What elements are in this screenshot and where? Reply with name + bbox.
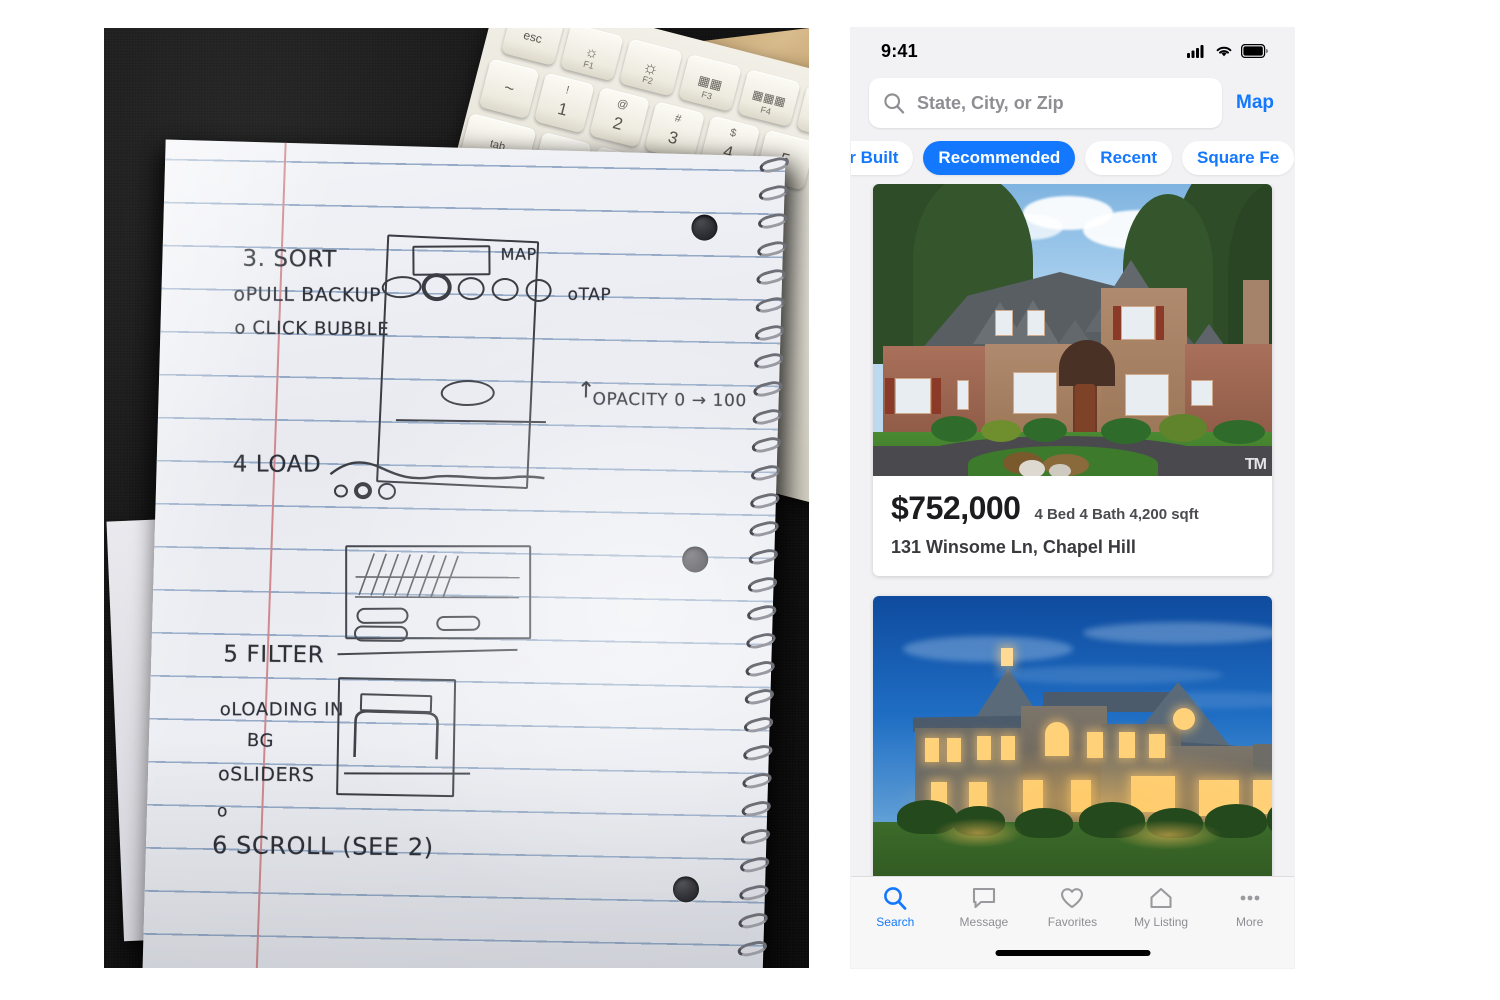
- sketch-heading-load: 4 LOAD: [232, 451, 322, 478]
- search-row: State, City, or Zip Map: [851, 74, 1294, 132]
- wifi-icon: [1216, 46, 1232, 57]
- house-photo-day: [873, 184, 1272, 476]
- tab-label: My Listing: [1134, 915, 1189, 929]
- tab-label: Favorites: [1047, 915, 1098, 929]
- tab-label: Search: [876, 915, 915, 929]
- listing-info: $752,000 4 Bed 4 Bath 4,200 sqft 131 Win…: [873, 476, 1272, 576]
- listing-specs: 4 Bed 4 Bath 4,200 sqft: [1034, 506, 1199, 523]
- listings-feed[interactable]: TM $752,000 4 Bed 4 Bath 4,200 sqft 131 …: [851, 184, 1294, 876]
- tab-label: More: [1236, 915, 1264, 929]
- sketch-modal-sheet: [353, 710, 439, 760]
- sketch-label-map: MAP: [500, 244, 537, 264]
- sketch-card-hatching: [355, 553, 520, 599]
- search-icon: [884, 93, 905, 114]
- sketch-text-bar: [436, 615, 481, 632]
- filter-chips-row[interactable]: Year Built Recommended Recent Square Fe: [851, 132, 1294, 184]
- ellipsis-icon: [1240, 895, 1260, 901]
- chat-bubble-icon: [972, 887, 995, 909]
- search-input[interactable]: State, City, or Zip: [869, 78, 1222, 128]
- tab-more[interactable]: More: [1205, 885, 1294, 968]
- chip-recent[interactable]: Recent: [1085, 141, 1172, 175]
- chip-year-built[interactable]: Year Built: [851, 141, 914, 175]
- sketch-label-opacity: OPACITY 0 → 100: [592, 389, 747, 412]
- map-link[interactable]: Map: [1232, 92, 1278, 114]
- listing-price: $752,000: [891, 490, 1021, 526]
- spiral-notebook: 3. SORT oPULL BACKUP o CLICK BUBBLE MAP …: [106, 139, 798, 968]
- sketch-text-bar: [356, 607, 409, 624]
- tab-label: Message: [959, 915, 1009, 929]
- sketch-label-tap: oTAP: [567, 284, 612, 306]
- listing-photo[interactable]: [873, 596, 1272, 876]
- notebook-photo: esc ☼F1 ☼F2 ▦▦F3 ▦▦▦F4 ~ !1 @2 #3 $4 5 t…: [104, 28, 809, 968]
- sketch-bullet-empty: o: [216, 801, 229, 822]
- sketch-text-bar: [353, 625, 409, 642]
- chip-recommended[interactable]: Recommended: [923, 141, 1076, 175]
- phone-screenshot: 9:41 State, City, or Zip Map r Built Rec…: [851, 28, 1294, 968]
- sketch-bullet-loading-bg-1: oLOADING IN: [219, 699, 345, 721]
- listing-photo[interactable]: TM: [873, 184, 1272, 476]
- status-bar: 9:41: [851, 28, 1294, 74]
- sketch-bullet-sliders: oSLIDERS: [217, 763, 315, 787]
- status-time: 9:41: [881, 40, 918, 61]
- sketch-modal-divider: [344, 772, 471, 775]
- photo-watermark: TM: [1244, 456, 1267, 473]
- listing-card[interactable]: TM $752,000 4 Bed 4 Bath 4,200 sqft 131 …: [873, 184, 1272, 576]
- status-icons: [1187, 44, 1268, 58]
- listing-card[interactable]: [873, 596, 1272, 876]
- house-photo-twilight: [873, 596, 1272, 876]
- listing-address: 131 Winsome Ln, Chapel Hill: [891, 537, 1136, 557]
- sketch-searchbar: [412, 245, 491, 276]
- cellular-signal-icon: [1187, 45, 1204, 58]
- filter-chips-scroller[interactable]: Year Built Recommended Recent Square Fe: [851, 141, 1294, 175]
- sketch-heading-sort: 3. SORT: [242, 245, 338, 273]
- bottom-tab-bar[interactable]: Search Message Favorites My Listing More: [851, 876, 1294, 968]
- chip-square-feet[interactable]: Square Fe: [1181, 141, 1294, 175]
- sketch-bullet-loading-bg-2: BG: [246, 730, 275, 752]
- home-indicator: [995, 950, 1150, 956]
- battery-full-icon: [1241, 44, 1268, 58]
- sketch-bullet-click-bubble: o CLICK BUBBLE: [234, 317, 390, 341]
- listing-price-row: $752,000 4 Bed 4 Bath 4,200 sqft: [891, 490, 1254, 527]
- notebook-page: 3. SORT oPULL BACKUP o CLICK BUBBLE MAP …: [142, 139, 786, 968]
- sketch-bullet-pull-backup: oPULL BACKUP: [233, 283, 382, 307]
- search-icon: [884, 887, 907, 910]
- sketch-heading-scroll: 6 SCROLL (SEE 2): [211, 831, 434, 862]
- heart-icon: [1061, 888, 1084, 909]
- tab-search[interactable]: Search: [851, 885, 940, 968]
- home-icon: [1150, 887, 1172, 909]
- search-placeholder: State, City, or Zip: [917, 92, 1064, 113]
- sketch-heading-filter: 5 FILTER: [223, 641, 325, 669]
